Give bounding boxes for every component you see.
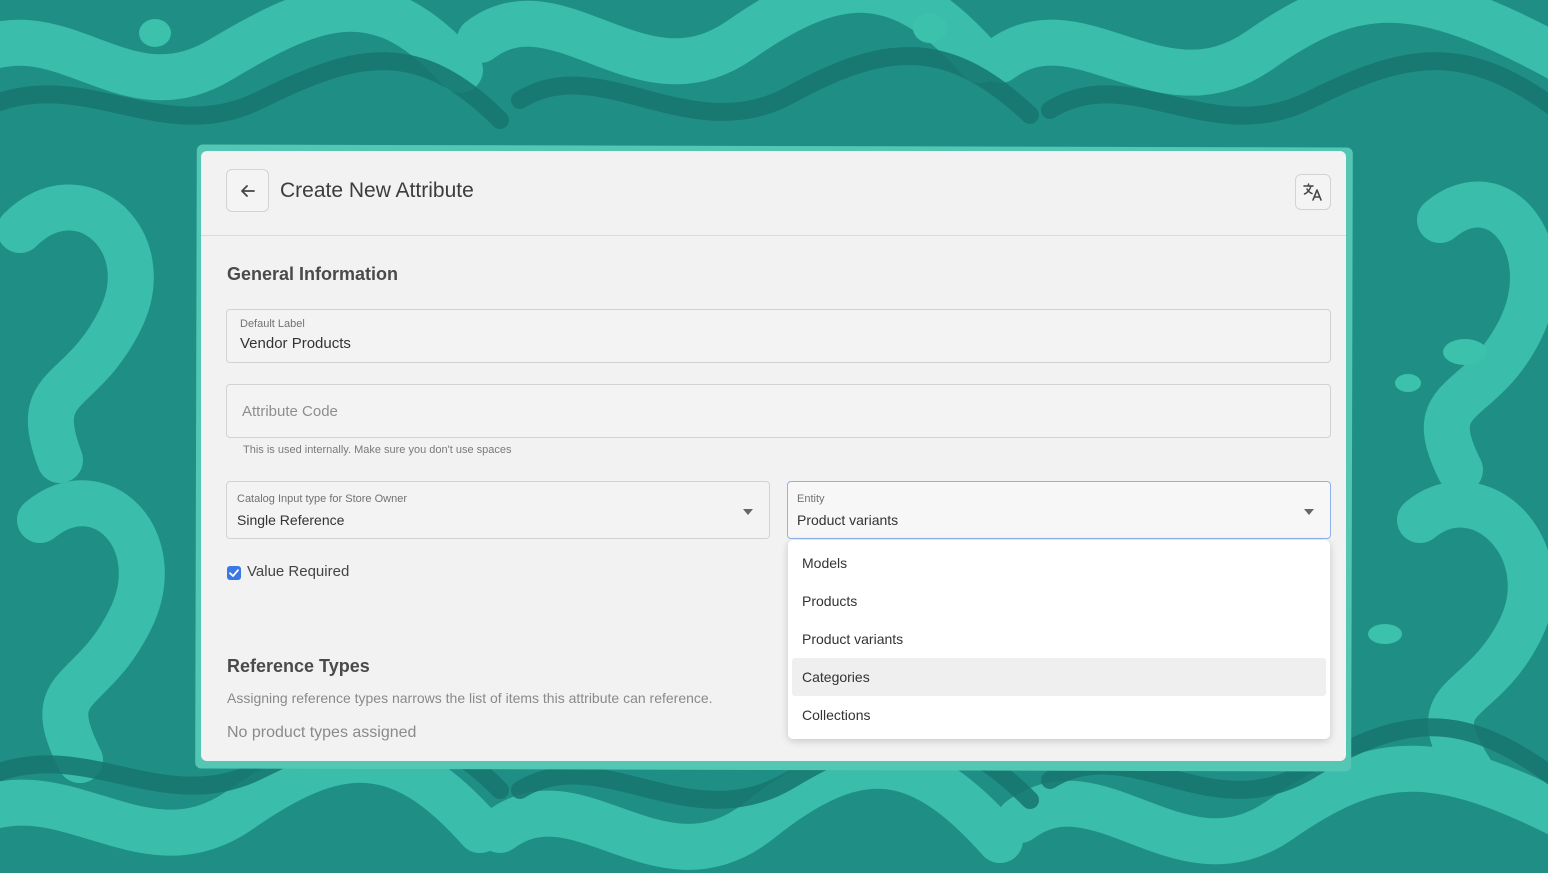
create-attribute-card: Create New Attribute General Information… — [201, 151, 1346, 761]
value-required-checkbox[interactable] — [227, 566, 241, 580]
back-button[interactable] — [226, 169, 269, 212]
page-header: Create New Attribute — [201, 151, 1346, 236]
chevron-down-icon — [743, 509, 753, 515]
chevron-down-icon — [1304, 509, 1314, 515]
page-title: Create New Attribute — [280, 179, 474, 202]
default-label-caption: Default Label — [240, 318, 305, 330]
reference-types-empty: No product types assigned — [227, 724, 417, 741]
dropdown-option-products[interactable]: Products — [792, 582, 1326, 620]
attribute-code-placeholder: Attribute Code — [242, 403, 338, 420]
default-label-value: Vendor Products — [240, 335, 351, 352]
input-type-value: Single Reference — [237, 512, 345, 528]
entity-select[interactable]: Entity Product variants — [787, 481, 1331, 539]
attribute-code-helper: This is used internally. Make sure you d… — [243, 444, 512, 456]
entity-dropdown-menu: Models Products Product variants Categor… — [788, 540, 1330, 739]
general-information-heading: General Information — [227, 264, 399, 284]
dropdown-option-collections[interactable]: Collections — [792, 696, 1326, 734]
arrow-left-icon — [240, 184, 255, 197]
default-label-field[interactable]: Default Label Vendor Products — [226, 309, 1331, 363]
dropdown-option-categories[interactable]: Categories — [792, 658, 1326, 696]
dropdown-option-product-variants[interactable]: Product variants — [792, 620, 1326, 658]
value-required-label[interactable]: Value Required — [247, 563, 349, 580]
entity-caption: Entity — [797, 493, 825, 505]
translate-icon — [1303, 183, 1322, 201]
translate-button[interactable] — [1295, 174, 1331, 210]
input-type-caption: Catalog Input type for Store Owner — [237, 493, 407, 505]
attribute-code-field[interactable]: Attribute Code — [226, 384, 1331, 438]
checkmark-icon — [229, 569, 239, 577]
reference-types-heading: Reference Types — [227, 656, 370, 676]
dropdown-option-models[interactable]: Models — [792, 544, 1326, 582]
reference-types-description: Assigning reference types narrows the li… — [227, 690, 713, 706]
input-type-select[interactable]: Catalog Input type for Store Owner Singl… — [226, 481, 770, 539]
entity-value: Product variants — [797, 512, 899, 528]
